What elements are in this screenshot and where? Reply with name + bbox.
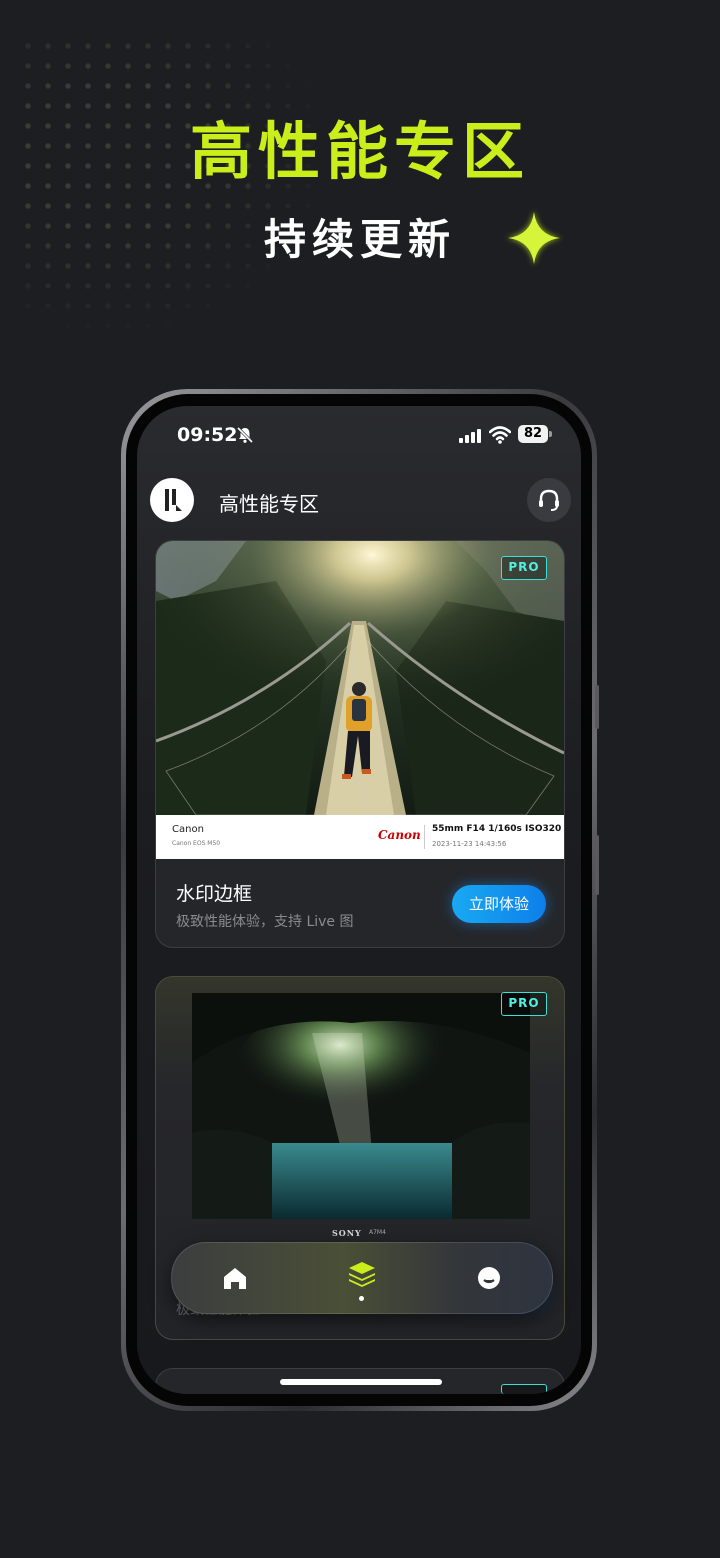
watermark-model: Canon EOS M50 xyxy=(172,840,221,847)
watermark-exif-params: 55mm F14 1/160s ISO320 xyxy=(432,824,562,834)
watermark-preview-strip: Canon Canon EOS M50 Canon 55mm F14 1/160… xyxy=(156,815,564,859)
headset-icon xyxy=(539,489,559,511)
pro-badge: PRO xyxy=(501,556,547,580)
phone-frame: 09:52 82 高性能专区 PRO Canon Canon EOS M50 C… xyxy=(121,389,599,1411)
status-time: 09:52 xyxy=(177,424,238,446)
phone-screen: 09:52 82 高性能专区 PRO Canon Canon EOS M50 C… xyxy=(137,406,581,1394)
sony-brand-label: SONY xyxy=(332,1228,362,1238)
promo-title: 高性能专区 xyxy=(189,115,530,188)
phone-power-button xyxy=(595,835,599,895)
customer-support-button[interactable] xyxy=(527,478,571,522)
phone-side-button xyxy=(595,685,599,729)
status-bar: 09:52 82 xyxy=(137,406,581,464)
active-tab-indicator xyxy=(359,1296,364,1301)
bell-muted-icon xyxy=(236,426,254,444)
pro-badge: PRO xyxy=(501,992,547,1016)
home-icon[interactable] xyxy=(220,1263,250,1293)
page-title: 高性能专区 xyxy=(219,492,319,516)
cellular-signal-icon xyxy=(459,429,481,443)
try-now-button[interactable]: 立即体验 xyxy=(452,885,546,923)
sony-model-label: A7M4 xyxy=(369,1229,386,1236)
battery-indicator: 82 xyxy=(518,425,548,443)
feature-card-watermark[interactable]: PRO Canon Canon EOS M50 Canon 55mm F14 1… xyxy=(155,540,565,948)
watermark-camera-logo: Canon xyxy=(378,828,421,842)
profile-icon[interactable] xyxy=(474,1263,504,1293)
cave-lagoon-photo xyxy=(192,993,530,1219)
app-header: 高性能专区 xyxy=(137,468,581,538)
app-logo[interactable] xyxy=(150,478,194,522)
pro-badge-partial xyxy=(501,1384,547,1394)
battery-cap xyxy=(549,431,552,437)
app-logo-icon xyxy=(165,489,182,511)
bottom-tab-bar xyxy=(171,1242,553,1314)
watermark-date: 2023-11-23 14:43:56 xyxy=(432,840,507,848)
suspension-bridge-photo xyxy=(156,541,564,815)
home-indicator xyxy=(280,1379,442,1385)
promo-subtitle: 持续更新 xyxy=(263,215,456,264)
layers-icon[interactable] xyxy=(347,1259,377,1289)
watermark-brand: Canon xyxy=(172,824,204,835)
card-title: 水印边框 xyxy=(176,883,253,905)
watermark-divider xyxy=(424,825,425,849)
card-description: 极致性能体验，支持 Live 图 xyxy=(176,914,354,930)
wifi-icon xyxy=(489,426,511,444)
sparkle-icon xyxy=(506,210,562,266)
